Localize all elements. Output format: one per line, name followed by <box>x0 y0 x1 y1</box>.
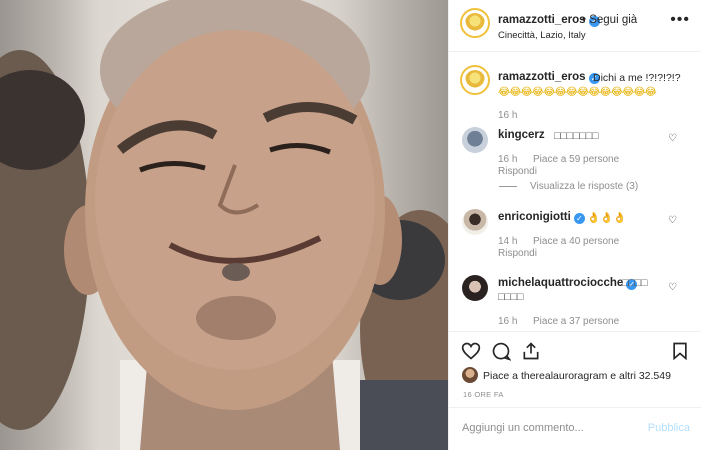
liker-avatar[interactable] <box>462 367 478 383</box>
comment-text-line2: □□□□ <box>498 291 524 303</box>
comment-time[interactable]: 16 h <box>498 154 517 165</box>
caption-avatar[interactable] <box>460 65 490 95</box>
share-icon[interactable] <box>521 341 541 361</box>
comment-like-icon[interactable]: ♡ <box>668 215 677 226</box>
comment-time[interactable]: 16 h <box>498 316 517 327</box>
post-photo-image <box>0 0 448 450</box>
post-photo[interactable] <box>0 0 448 450</box>
comment-like-icon[interactable]: ♡ <box>668 282 677 293</box>
comment-text: □□□□ <box>622 277 648 289</box>
publish-button[interactable]: Pubblica <box>648 422 690 434</box>
likes-summary[interactable]: Piace a therealauroragram e altri 32.549 <box>483 370 671 382</box>
commenter-username-text[interactable]: enriconigiotti <box>498 211 571 223</box>
comment-text: 👌👌👌 <box>587 212 627 224</box>
more-options-icon[interactable]: ••• <box>670 11 690 29</box>
commenter-avatar[interactable] <box>462 209 488 235</box>
caption-username[interactable]: ramazzotti_eros ✓ <box>498 71 600 84</box>
reply-button[interactable]: Rispondi <box>498 166 537 177</box>
comment-text: □□□□□□□ <box>554 130 599 142</box>
heart-icon[interactable] <box>461 341 481 361</box>
comment-time[interactable]: 14 h <box>498 236 517 247</box>
comment-like-icon[interactable]: ♡ <box>668 133 677 144</box>
post-header: ramazzotti_eros ✓ • Segui già Cinecittà, … <box>449 0 701 52</box>
comment-icon[interactable] <box>491 341 511 361</box>
comment-likes[interactable]: Piace a 59 persone <box>533 154 619 165</box>
caption-time[interactable]: 16 h <box>498 110 517 121</box>
comment-likes[interactable]: Piace a 40 persone <box>533 236 619 247</box>
post-time-ago[interactable]: 16 ORE FA <box>463 390 504 399</box>
add-comment-input[interactable]: Aggiungi un commento... <box>462 422 584 434</box>
post-location[interactable]: Cinecittà, Lazio, Italy <box>498 30 586 41</box>
caption-text: Dichi a me !?!?!?!? <box>593 72 681 84</box>
post-side-panel: ramazzotti_eros ✓ • Segui già Cinecittà, … <box>448 0 701 450</box>
author-username-text[interactable]: ramazzotti_eros <box>498 14 586 26</box>
comment-likes[interactable]: Piace a 37 persone <box>533 316 619 327</box>
verified-icon: ✓ <box>573 213 585 224</box>
caption-username-text[interactable]: ramazzotti_eros <box>498 71 586 83</box>
view-replies-button[interactable]: Visualizza le risposte (3) <box>530 181 638 192</box>
reply-button[interactable]: Rispondi <box>498 248 537 259</box>
caption-emojis: 😂😂😂😂😂😂😂😂😂😂😂😂😂😂 <box>498 86 657 98</box>
commenter-avatar[interactable] <box>462 275 488 301</box>
author-avatar[interactable] <box>460 8 490 38</box>
commenter-avatar[interactable] <box>462 127 488 153</box>
commenter-username-text[interactable]: michelaquattrociocche <box>498 277 623 289</box>
commenter-username[interactable]: enriconigiotti ✓ <box>498 211 585 224</box>
commenter-username[interactable]: kingcerz <box>498 129 545 141</box>
commenter-username[interactable]: michelaquattrociocche ✓ <box>498 277 638 290</box>
follow-status[interactable]: • Segui già <box>582 14 637 26</box>
add-comment-bar: Aggiungi un commento... Pubblica <box>449 407 701 450</box>
replies-divider <box>499 186 517 187</box>
bookmark-icon[interactable] <box>670 341 690 361</box>
